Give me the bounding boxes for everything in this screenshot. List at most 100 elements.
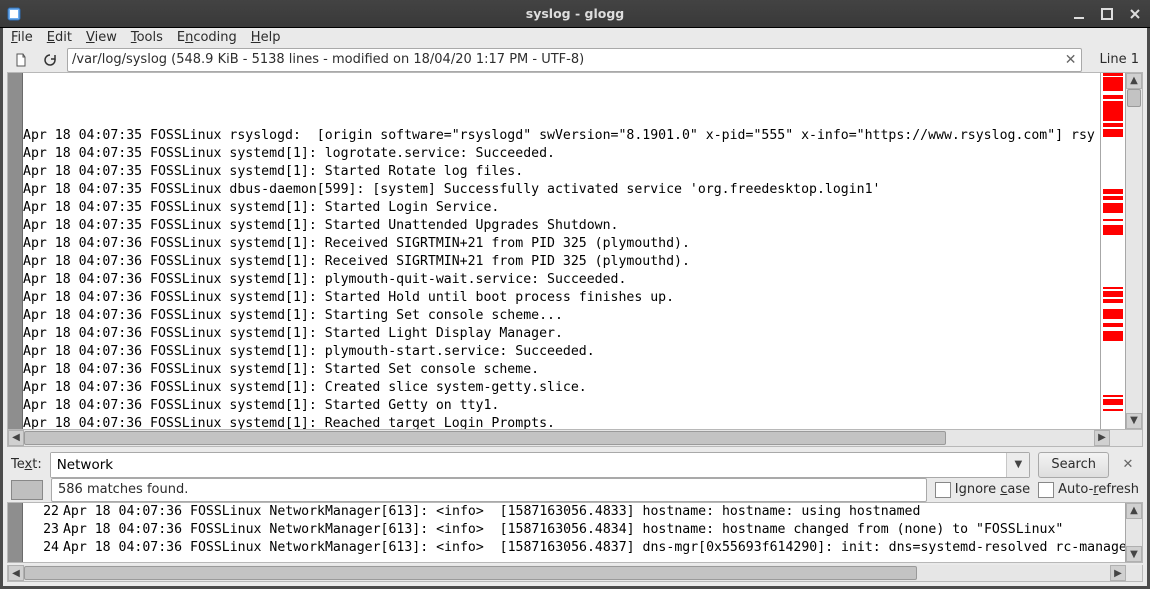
log-line-text: Apr 18 04:07:36 FOSSLinux systemd[1]: Cr… bbox=[23, 379, 587, 397]
filtered-hscroll-left-arrow[interactable]: ◀ bbox=[8, 565, 24, 581]
filtered-view[interactable]: 22Apr 18 04:07:36 FOSSLinux NetworkManag… bbox=[23, 503, 1125, 562]
search-dropdown-button[interactable]: ▼ bbox=[1006, 453, 1029, 477]
overview-match-mark[interactable] bbox=[1103, 291, 1123, 297]
menu-edit[interactable]: Edit bbox=[47, 30, 72, 45]
overview-match-mark[interactable] bbox=[1103, 196, 1123, 200]
log-line[interactable]: ○Apr 18 04:07:35 FOSSLinux rsyslogd: [or… bbox=[25, 127, 1100, 145]
main-log-view[interactable]: ○Apr 18 04:07:35 FOSSLinux rsyslogd: [or… bbox=[23, 73, 1100, 429]
menu-help[interactable]: Help bbox=[251, 30, 281, 45]
menu-encoding[interactable]: Encoding bbox=[177, 30, 237, 45]
overview-match-mark[interactable] bbox=[1103, 101, 1123, 121]
filtered-scroll-down-arrow[interactable]: ▼ bbox=[1126, 546, 1142, 562]
overview-match-mark[interactable] bbox=[1103, 395, 1123, 397]
search-button[interactable]: Search bbox=[1038, 452, 1109, 478]
main-vscrollbar[interactable]: ▲ ▼ bbox=[1125, 73, 1142, 429]
window-maximize-button[interactable] bbox=[1098, 5, 1116, 23]
main-vscroll-thumb[interactable] bbox=[1127, 89, 1141, 107]
overview-match-mark[interactable] bbox=[1103, 77, 1123, 91]
filtered-line[interactable]: 24Apr 18 04:07:36 FOSSLinux NetworkManag… bbox=[25, 539, 1125, 557]
filtered-line[interactable]: 23Apr 18 04:07:36 FOSSLinux NetworkManag… bbox=[25, 521, 1125, 539]
overview-match-mark[interactable] bbox=[1103, 203, 1123, 213]
main-hscrollbar-row: ◀ ▶ bbox=[7, 430, 1143, 447]
log-line[interactable]: ○Apr 18 04:07:35 FOSSLinux systemd[1]: S… bbox=[25, 163, 1100, 181]
overview-match-mark[interactable] bbox=[1103, 123, 1123, 127]
log-line[interactable]: ○Apr 18 04:07:36 FOSSLinux systemd[1]: p… bbox=[25, 271, 1100, 289]
overview-match-mark[interactable] bbox=[1103, 192, 1123, 194]
filtered-vscrollbar[interactable]: ▲ ▼ bbox=[1125, 503, 1142, 562]
file-info-close-icon[interactable]: ✕ bbox=[1065, 52, 1077, 68]
overview-match-mark[interactable] bbox=[1103, 129, 1123, 137]
search-clear-icon[interactable]: ✕ bbox=[1117, 457, 1139, 472]
window-close-button[interactable] bbox=[1126, 5, 1144, 23]
overview-match-mark[interactable] bbox=[1103, 309, 1123, 319]
filtered-hscrollbar[interactable]: ◀ ▶ bbox=[8, 565, 1126, 581]
window-title: syslog - glogg bbox=[0, 6, 1150, 21]
log-line[interactable]: ○Apr 18 04:07:35 FOSSLinux systemd[1]: S… bbox=[25, 199, 1100, 217]
scroll-down-arrow[interactable]: ▼ bbox=[1126, 413, 1142, 429]
log-line[interactable]: ○Apr 18 04:07:36 FOSSLinux systemd[1]: S… bbox=[25, 361, 1100, 379]
log-line[interactable]: ○Apr 18 04:07:36 FOSSLinux systemd[1]: p… bbox=[25, 343, 1100, 361]
filtered-line-text: Apr 18 04:07:36 FOSSLinux NetworkManager… bbox=[63, 521, 1063, 539]
search-bar: Text: ▼ Search ✕ bbox=[3, 452, 1147, 478]
search-input[interactable] bbox=[51, 453, 1007, 477]
log-line[interactable]: ○Apr 18 04:07:36 FOSSLinux systemd[1]: C… bbox=[25, 379, 1100, 397]
line-indicator: Line 1 bbox=[1100, 52, 1140, 67]
scroll-up-arrow[interactable]: ▲ bbox=[1126, 73, 1142, 89]
main-hscrollbar[interactable]: ◀ ▶ bbox=[8, 430, 1110, 446]
overview-match-mark[interactable] bbox=[1103, 219, 1123, 221]
log-line[interactable]: ○Apr 18 04:07:35 FOSSLinux dbus-daemon[5… bbox=[25, 181, 1100, 199]
log-line[interactable]: ○Apr 18 04:07:36 FOSSLinux systemd[1]: R… bbox=[25, 235, 1100, 253]
reload-button[interactable] bbox=[39, 49, 61, 71]
overview-match-mark[interactable] bbox=[1103, 95, 1123, 99]
hscroll-left-arrow[interactable]: ◀ bbox=[8, 430, 24, 446]
log-line-text: Apr 18 04:07:35 FOSSLinux systemd[1]: St… bbox=[23, 163, 523, 181]
toolbar: /var/log/syslog (548.9 KiB - 5138 lines … bbox=[3, 48, 1147, 72]
log-line[interactable]: ○Apr 18 04:07:36 FOSSLinux systemd[1]: S… bbox=[25, 307, 1100, 325]
filtered-hscrollbar-row: ◀ ▶ bbox=[7, 565, 1143, 582]
menu-tools[interactable]: Tools bbox=[131, 30, 163, 45]
log-line[interactable]: ○Apr 18 04:07:36 FOSSLinux systemd[1]: R… bbox=[25, 253, 1100, 271]
log-line[interactable]: ○Apr 18 04:07:36 FOSSLinux systemd[1]: S… bbox=[25, 397, 1100, 415]
overview-match-mark[interactable] bbox=[1103, 225, 1123, 235]
highlight-color-button[interactable] bbox=[11, 480, 43, 500]
filtered-panel: 22Apr 18 04:07:36 FOSSLinux NetworkManag… bbox=[7, 502, 1143, 563]
filtered-scrollbar-corner bbox=[1126, 565, 1142, 581]
filtered-scroll-up-arrow[interactable]: ▲ bbox=[1126, 503, 1142, 519]
file-info-field[interactable]: /var/log/syslog (548.9 KiB - 5138 lines … bbox=[67, 48, 1082, 72]
open-file-button[interactable] bbox=[11, 49, 33, 71]
filtered-line[interactable]: 22Apr 18 04:07:36 FOSSLinux NetworkManag… bbox=[25, 503, 1125, 521]
log-line-text: Apr 18 04:07:36 FOSSLinux systemd[1]: pl… bbox=[23, 271, 626, 289]
log-line[interactable]: ○Apr 18 04:07:35 FOSSLinux systemd[1]: S… bbox=[25, 217, 1100, 235]
menu-file[interactable]: File bbox=[11, 30, 33, 45]
filtered-line-text: Apr 18 04:07:36 FOSSLinux NetworkManager… bbox=[63, 503, 920, 521]
log-line[interactable]: ○Apr 18 04:07:36 FOSSLinux systemd[1]: R… bbox=[25, 415, 1100, 429]
filtered-line-number: 23 bbox=[23, 521, 63, 539]
overview-match-mark[interactable] bbox=[1103, 399, 1123, 405]
overview-match-mark[interactable] bbox=[1103, 287, 1123, 289]
ignore-case-checkbox[interactable]: Ignore case bbox=[935, 482, 1030, 498]
hscroll-right-arrow[interactable]: ▶ bbox=[1094, 430, 1110, 446]
log-line-text: Apr 18 04:07:36 FOSSLinux systemd[1]: Re… bbox=[23, 253, 690, 271]
menu-file-rest: ile bbox=[18, 30, 33, 45]
log-line-text: Apr 18 04:07:35 FOSSLinux systemd[1]: lo… bbox=[23, 145, 555, 163]
log-line-text: Apr 18 04:07:35 FOSSLinux systemd[1]: St… bbox=[23, 217, 618, 235]
menu-view[interactable]: View bbox=[86, 30, 117, 45]
overview-match-mark[interactable] bbox=[1103, 299, 1123, 303]
log-line-text: Apr 18 04:07:36 FOSSLinux systemd[1]: Re… bbox=[23, 415, 555, 429]
search-label: Text: bbox=[11, 457, 42, 472]
log-line[interactable]: ○Apr 18 04:07:36 FOSSLinux systemd[1]: S… bbox=[25, 325, 1100, 343]
main-log-panel: ○Apr 18 04:07:35 FOSSLinux rsyslogd: [or… bbox=[7, 72, 1143, 430]
overview-match-mark[interactable] bbox=[1103, 73, 1123, 76]
overview-minimap[interactable] bbox=[1100, 73, 1125, 429]
log-line[interactable]: ○Apr 18 04:07:36 FOSSLinux systemd[1]: S… bbox=[25, 289, 1100, 307]
auto-refresh-checkbox[interactable]: Auto-refresh bbox=[1038, 482, 1139, 498]
filtered-hscroll-thumb[interactable] bbox=[24, 566, 917, 580]
log-line[interactable]: ○Apr 18 04:07:35 FOSSLinux systemd[1]: l… bbox=[25, 145, 1100, 163]
search-combo[interactable]: ▼ bbox=[50, 452, 1031, 478]
overview-match-mark[interactable] bbox=[1103, 409, 1123, 411]
filtered-hscroll-right-arrow[interactable]: ▶ bbox=[1110, 565, 1126, 581]
overview-match-mark[interactable] bbox=[1103, 323, 1123, 327]
window-minimize-button[interactable] bbox=[1070, 5, 1088, 23]
overview-match-mark[interactable] bbox=[1103, 331, 1123, 341]
main-hscroll-thumb[interactable] bbox=[24, 431, 946, 445]
